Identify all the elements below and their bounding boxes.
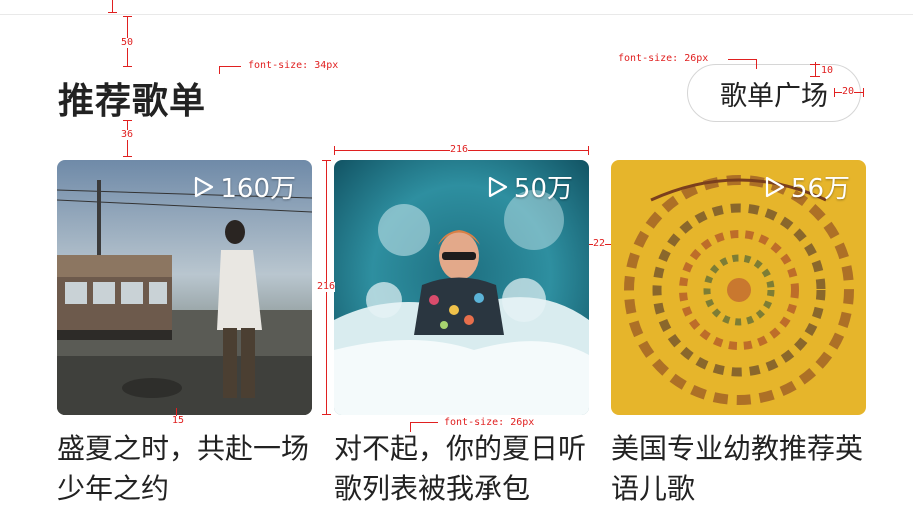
playlist-title[interactable]: 盛夏之时，共赴一场少年之约: [57, 429, 312, 509]
annotation-line: [219, 66, 220, 74]
playlist-cover[interactable]: 50万: [334, 160, 589, 415]
play-icon: [195, 176, 214, 197]
play-count-value: 50万: [513, 174, 573, 204]
annotation-tick: [588, 146, 589, 155]
playlist-title[interactable]: 美国专业幼教推荐英语儿歌: [611, 429, 866, 509]
annotation-tick: [834, 88, 835, 97]
annotation-line: [815, 62, 816, 76]
playlist-cover[interactable]: 56万: [611, 160, 866, 415]
playlist-card[interactable]: 160万 盛夏之时，共赴一场少年之约: [57, 160, 312, 509]
top-divider: [0, 14, 913, 15]
play-icon: [765, 176, 785, 197]
section-title: 推荐歌单: [58, 81, 207, 122]
annotation-font-26-button: font-size: 26px: [618, 53, 709, 64]
annotation-tick: [108, 12, 117, 13]
annotation-50: 50: [121, 37, 134, 48]
annotation-tick: [123, 66, 132, 67]
annotation-tick: [123, 156, 132, 157]
playlist-card[interactable]: 50万 对不起，你的夏日听歌列表被我承包: [334, 160, 589, 509]
annotation-line: [810, 76, 820, 77]
annotation-20: 20: [842, 86, 855, 97]
play-count: 50万: [488, 168, 573, 205]
annotation-216-width: 216: [450, 144, 469, 155]
play-icon: [488, 176, 508, 197]
annotation-36: 36: [121, 129, 134, 140]
annotation-line: [410, 422, 411, 432]
annotation-line: [728, 59, 756, 60]
annotation-tick: [334, 146, 335, 155]
annotation-line: [756, 59, 757, 69]
play-count-value: 160万: [220, 174, 296, 204]
play-count: 160万: [194, 168, 296, 205]
annotation-tick: [322, 414, 331, 415]
annotation-tick: [863, 88, 864, 97]
annotation-tick: [322, 160, 331, 161]
playlist-title[interactable]: 对不起，你的夏日听歌列表被我承包: [334, 429, 589, 509]
annotation-line: [410, 422, 438, 423]
annotation-15: 15: [172, 415, 185, 426]
annotation-font-26-title: font-size: 26px: [444, 417, 535, 428]
annotation-10: 10: [821, 65, 834, 76]
play-count: 56万: [765, 168, 850, 205]
annotation-line: [112, 0, 113, 12]
annotation-line: [219, 66, 241, 67]
playlist-cover[interactable]: 160万: [57, 160, 312, 415]
annotation-22: 22: [593, 238, 606, 249]
annotation-216-height: 216: [317, 281, 336, 292]
play-count-value: 56万: [790, 174, 850, 204]
playlist-card[interactable]: 56万 美国专业幼教推荐英语儿歌: [611, 160, 866, 509]
annotation-font-34: font-size: 34px: [248, 60, 339, 71]
